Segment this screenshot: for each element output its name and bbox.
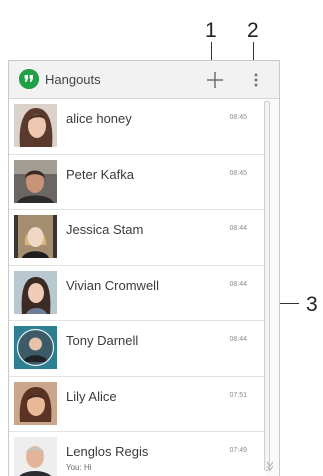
app-title: Hangouts bbox=[45, 72, 101, 87]
conversation-row[interactable]: Peter Kafka 08:45 bbox=[9, 154, 265, 210]
message-time: 08:44 bbox=[229, 336, 247, 343]
message-time: 08:45 bbox=[229, 169, 247, 177]
scroll-end-icon bbox=[265, 459, 275, 471]
message-time: 08:44 bbox=[229, 225, 247, 232]
last-message-snippet: You: Hi bbox=[66, 463, 92, 472]
contact-name: Peter Kafka bbox=[66, 166, 134, 182]
conversation-row[interactable]: Tony Darnell 08:44 bbox=[9, 321, 265, 377]
contact-name: Vivian Cromwell bbox=[66, 277, 159, 293]
app-bar: Hangouts bbox=[9, 61, 279, 99]
hangouts-screen: Hangouts alice honey 08:45 Peter Kafka 0… bbox=[8, 60, 280, 476]
callout-number-2: 2 bbox=[247, 19, 259, 42]
plus-icon bbox=[207, 72, 223, 88]
avatar bbox=[14, 437, 57, 476]
avatar bbox=[14, 215, 57, 258]
conversation-list: alice honey 08:45 Peter Kafka 08:45 Jess… bbox=[9, 99, 265, 476]
contact-name: Jessica Stam bbox=[66, 222, 144, 237]
conversation-row[interactable]: alice honey 08:45 bbox=[9, 99, 265, 155]
message-time: 08:44 bbox=[229, 280, 247, 288]
contact-name: Tony Darnell bbox=[66, 333, 139, 348]
avatar bbox=[14, 326, 57, 369]
more-vert-icon bbox=[254, 73, 258, 87]
contact-name: alice honey bbox=[66, 111, 132, 126]
conversation-row[interactable]: Jessica Stam 08:44 bbox=[9, 210, 265, 266]
conversation-row[interactable]: Lily Alice 07:51 bbox=[9, 376, 265, 432]
contact-name: Lenglos Regis bbox=[66, 444, 149, 459]
avatar bbox=[14, 381, 57, 425]
message-time: 08:45 bbox=[229, 114, 247, 121]
new-conversation-button[interactable] bbox=[203, 68, 227, 92]
contact-name: Lily Alice bbox=[66, 388, 117, 404]
conversation-row[interactable]: Vivian Cromwell 08:44 bbox=[9, 265, 265, 321]
conversation-row[interactable]: Lenglos Regis 07:49 You: Hi bbox=[9, 432, 265, 476]
message-time: 07:49 bbox=[229, 447, 247, 454]
avatar bbox=[14, 270, 57, 314]
avatar bbox=[14, 159, 57, 203]
message-time: 07:51 bbox=[229, 391, 247, 399]
avatar bbox=[14, 104, 57, 147]
callout-number-3: 3 bbox=[306, 293, 318, 316]
scrollbar[interactable] bbox=[264, 101, 270, 471]
callout-number-1: 1 bbox=[205, 19, 217, 42]
hangouts-logo-icon bbox=[19, 69, 39, 89]
overflow-menu-button[interactable] bbox=[249, 68, 263, 92]
